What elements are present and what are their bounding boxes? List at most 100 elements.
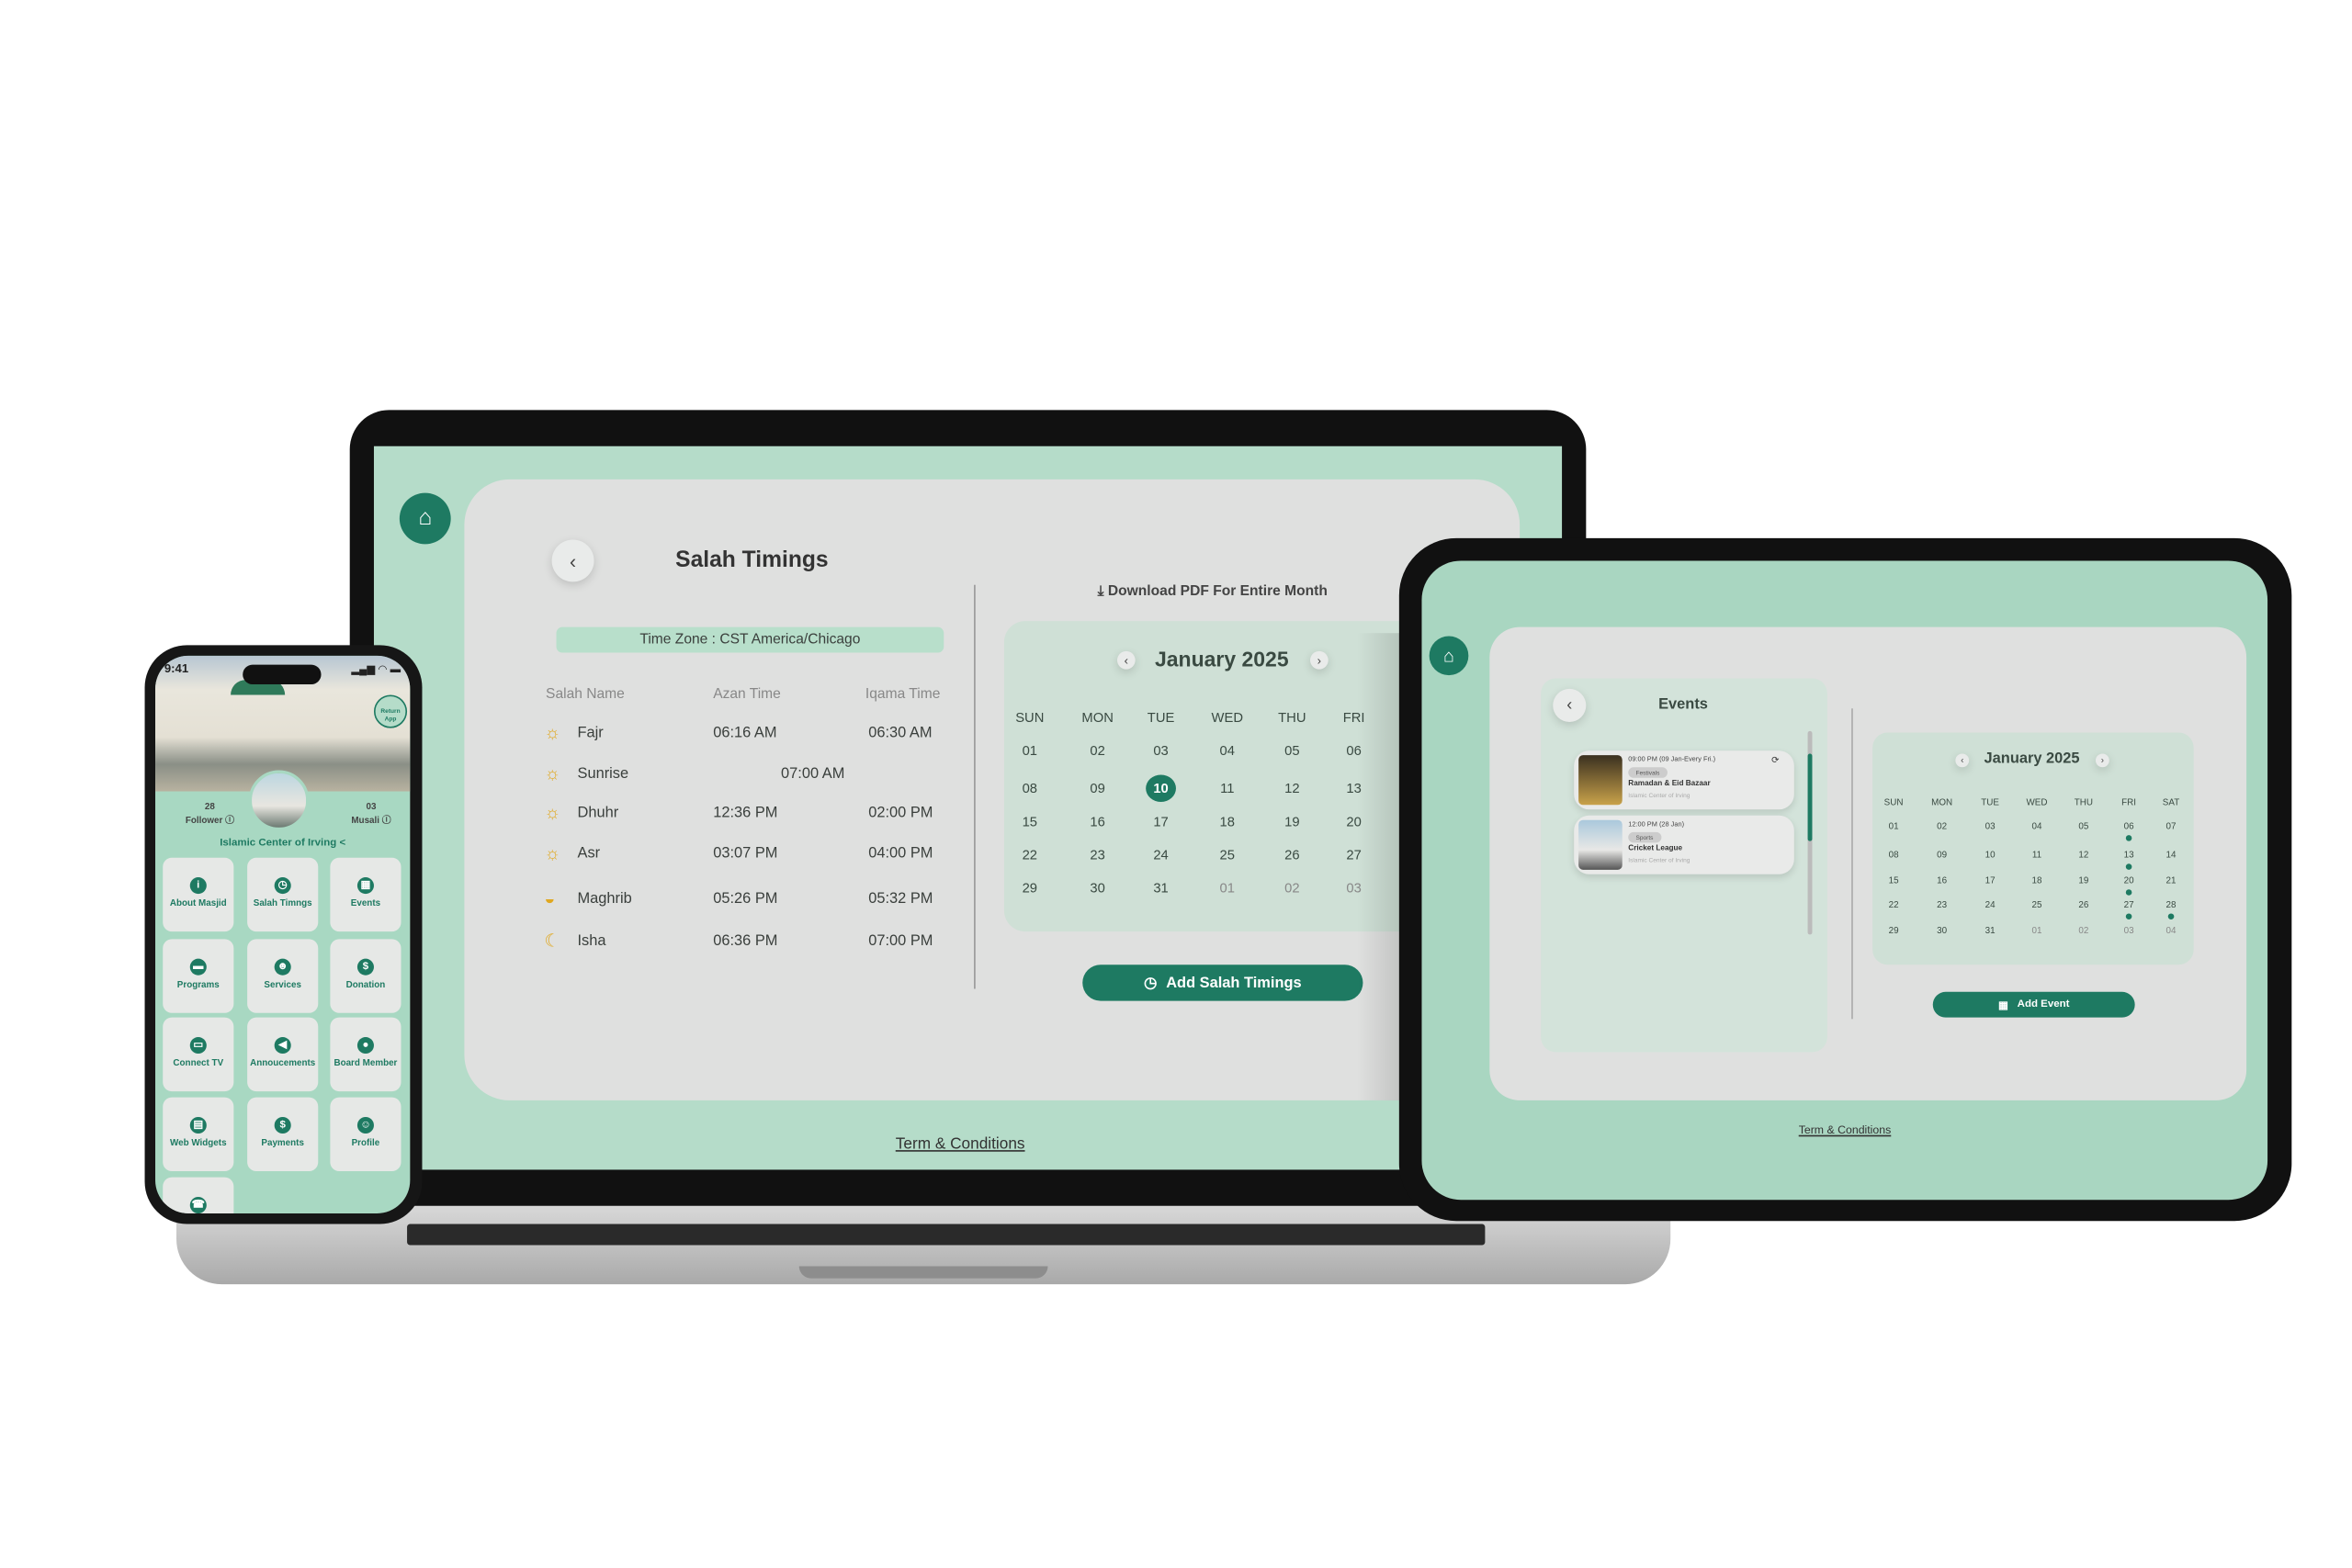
calendar-day[interactable]: 12: [1277, 774, 1307, 802]
tile-services[interactable]: ☻ Services: [247, 939, 319, 1013]
calendar-day[interactable]: 13: [1339, 774, 1369, 802]
calendar-day[interactable]: 03: [1339, 874, 1369, 902]
calendar-day[interactable]: 02: [2068, 927, 2098, 936]
home-icon[interactable]: ⌂: [1429, 636, 1469, 676]
info-icon[interactable]: ⓘ: [225, 817, 234, 826]
calendar-day[interactable]: 03: [2114, 927, 2144, 936]
terms-link[interactable]: Term & Conditions: [1799, 1123, 1892, 1137]
calendar-day[interactable]: 17: [1146, 808, 1176, 836]
calendar-day[interactable]: 19: [1277, 808, 1307, 836]
calendar-day[interactable]: 31: [1975, 927, 2006, 936]
calendar-day[interactable]: 13: [2114, 852, 2144, 861]
return-app-button[interactable]: Return App: [373, 694, 408, 728]
tile-programs[interactable]: ▬ Programs: [163, 939, 234, 1013]
scrollbar[interactable]: [1807, 730, 1813, 935]
tile-donation[interactable]: $ Donation: [330, 939, 401, 1013]
calendar-day[interactable]: 08: [1879, 852, 1909, 861]
tile-profile[interactable]: ☺ Profile: [330, 1097, 401, 1172]
calendar-day[interactable]: 18: [2022, 877, 2052, 886]
calendar-day[interactable]: 31: [1146, 874, 1176, 902]
calendar-day[interactable]: 07: [2156, 823, 2187, 832]
calendar-day[interactable]: 04: [2022, 823, 2052, 832]
calendar-day[interactable]: 15: [1879, 877, 1909, 886]
calendar-day[interactable]: 02: [1277, 874, 1307, 902]
calendar-day[interactable]: 16: [1927, 877, 1957, 886]
back-button[interactable]: ‹: [551, 539, 594, 582]
calendar-day[interactable]: 04: [1212, 737, 1242, 764]
tile-web-widgets[interactable]: ▤ Web Widgets: [163, 1097, 234, 1172]
calendar-day[interactable]: 25: [2022, 901, 2052, 910]
calendar-day[interactable]: 02: [1927, 823, 1957, 832]
tile-salah-timngs[interactable]: ◷ Salah Timngs: [247, 857, 319, 932]
calendar-day[interactable]: 30: [1927, 927, 1957, 936]
tile-connect-tv[interactable]: ▭ Connect TV: [163, 1017, 234, 1092]
share-icon[interactable]: <: [339, 838, 345, 848]
calendar-day[interactable]: 09: [1927, 852, 1957, 861]
calendar-day[interactable]: 15: [1014, 808, 1045, 836]
calendar-day[interactable]: 16: [1082, 808, 1113, 836]
calendar-day[interactable]: 05: [1277, 737, 1307, 764]
tile-board-member[interactable]: ● Board Member: [330, 1017, 401, 1092]
calendar-day[interactable]: 21: [2156, 877, 2187, 886]
event-card[interactable]: 09:00 PM (09 Jan-Every Fri.) Festivals Ram…: [1574, 750, 1794, 810]
calendar-day[interactable]: 22: [1879, 901, 1909, 910]
calendar-day[interactable]: 10: [1975, 852, 2006, 861]
calendar-day[interactable]: 20: [2114, 877, 2144, 886]
calendar-day[interactable]: 11: [2022, 852, 2052, 861]
tile-payments[interactable]: $ Payments: [247, 1097, 319, 1172]
download-pdf-link[interactable]: ⤓ Download PDF For Entire Month: [1098, 583, 1328, 600]
calendar-day[interactable]: 03: [1146, 737, 1176, 764]
event-card[interactable]: 12:00 PM (28 Jan) Sports Cricket League Isl…: [1574, 815, 1794, 874]
tile-support[interactable]: ☎: [163, 1177, 234, 1214]
calendar-day[interactable]: 14: [2156, 852, 2187, 861]
dynamic-island: [243, 664, 322, 685]
calendar-day[interactable]: 08: [1014, 774, 1045, 802]
calendar-day[interactable]: 19: [2068, 877, 2098, 886]
back-button[interactable]: ‹: [1553, 688, 1587, 723]
calendar-day[interactable]: 29: [1879, 927, 1909, 936]
prev-month-button[interactable]: ‹: [1116, 650, 1136, 670]
add-event-button[interactable]: ▦ Add Event: [1932, 991, 2135, 1018]
calendar-day[interactable]: 23: [1082, 841, 1113, 869]
calendar-day[interactable]: 11: [1212, 774, 1242, 802]
next-month-button[interactable]: ›: [1310, 650, 1329, 670]
calendar-day[interactable]: 20: [1339, 808, 1369, 836]
calendar-day[interactable]: 29: [1014, 874, 1045, 902]
calendar-day[interactable]: 05: [2068, 823, 2098, 832]
calendar-day[interactable]: 30: [1082, 874, 1113, 902]
prev-month-button[interactable]: ‹: [1955, 753, 1970, 768]
calendar-day[interactable]: 12: [2068, 852, 2098, 861]
calendar-day[interactable]: 09: [1082, 774, 1113, 802]
next-month-button[interactable]: ›: [2095, 753, 2109, 768]
calendar-day[interactable]: 18: [1212, 808, 1242, 836]
calendar-day[interactable]: 25: [1212, 841, 1242, 869]
calendar-day[interactable]: 26: [2068, 901, 2098, 910]
calendar-day[interactable]: 24: [1146, 841, 1176, 869]
calendar-day[interactable]: 27: [2114, 901, 2144, 910]
calendar-day[interactable]: 01: [2022, 927, 2052, 936]
tile-annoucements[interactable]: ◀ Annoucements: [247, 1017, 319, 1092]
calendar-day[interactable]: 28: [2156, 901, 2187, 910]
calendar-day[interactable]: 24: [1975, 901, 2006, 910]
calendar-day[interactable]: 01: [1014, 737, 1045, 764]
add-salah-timings-button[interactable]: ◷ Add Salah Timings: [1082, 964, 1363, 1001]
calendar-day[interactable]: 01: [1879, 823, 1909, 832]
calendar-day[interactable]: 23: [1927, 901, 1957, 910]
calendar-day-selected[interactable]: 10: [1146, 774, 1176, 803]
home-icon[interactable]: ⌂: [399, 492, 451, 545]
scrollbar-thumb[interactable]: [1807, 753, 1813, 841]
calendar-day[interactable]: 04: [2156, 927, 2187, 936]
calendar-day[interactable]: 06: [1339, 737, 1369, 764]
tile-about-masjid[interactable]: i About Masjid: [163, 857, 234, 932]
info-icon[interactable]: ⓘ: [382, 817, 391, 826]
tile-events[interactable]: ▦ Events: [330, 857, 401, 932]
calendar-day[interactable]: 03: [1975, 823, 2006, 832]
calendar-day[interactable]: 02: [1082, 737, 1113, 764]
calendar-day[interactable]: 01: [1212, 874, 1242, 902]
calendar-day[interactable]: 17: [1975, 877, 2006, 886]
terms-link[interactable]: Term & Conditions: [896, 1135, 1025, 1154]
calendar-day[interactable]: 26: [1277, 841, 1307, 869]
calendar-day[interactable]: 27: [1339, 841, 1369, 869]
calendar-day[interactable]: 22: [1014, 841, 1045, 869]
calendar-day[interactable]: 06: [2114, 823, 2144, 832]
